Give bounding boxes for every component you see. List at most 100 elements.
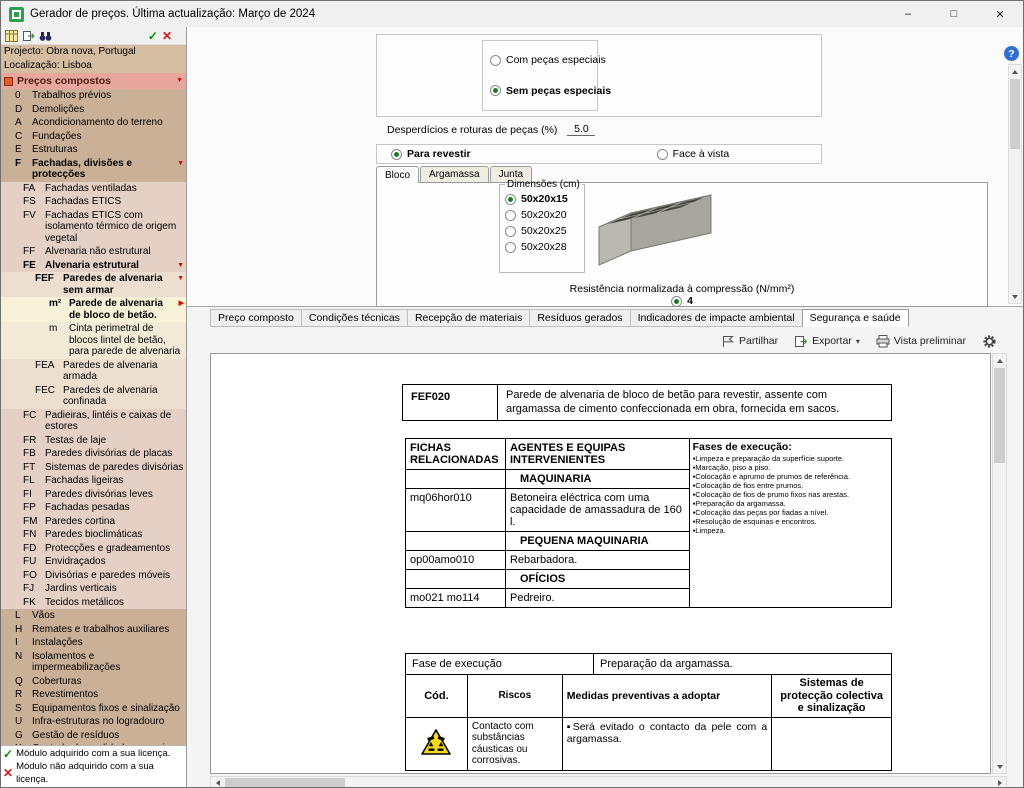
settings-button[interactable] <box>982 334 997 349</box>
minimize-button[interactable]: – <box>885 1 931 27</box>
sidebar-item-fi[interactable]: FIParedes divisórias leves <box>1 488 186 502</box>
radio-com-pecas-especiais[interactable]: Com peças especiais <box>490 54 597 66</box>
scroll-right-icon[interactable] <box>993 777 1006 788</box>
radio-label: 50x20x25 <box>521 225 567 237</box>
waste-value-field[interactable]: 5.0 <box>567 123 595 136</box>
preview-button[interactable]: Vista preliminar <box>876 335 966 348</box>
item-code: FS <box>23 196 45 208</box>
sidebar-item-n[interactable]: NIsolamentos e impermeabilizações <box>1 650 186 675</box>
sidebar-item-d[interactable]: DDemolições <box>1 103 186 117</box>
tab-condicoes-tecnicas[interactable]: Condições técnicas <box>301 309 408 327</box>
item-label: Fachadas, divisões e protecções <box>32 158 174 181</box>
sidebar-item-c[interactable]: CFundações <box>1 130 186 144</box>
tab-recepcao-de-materiais[interactable]: Recepção de materiais <box>407 309 530 327</box>
document-viewer[interactable]: FEF020 Parede de alvenaria de bloco de b… <box>210 353 991 774</box>
scroll-up-icon[interactable] <box>1009 65 1021 78</box>
radio-50x20x15[interactable]: 50x20x15 <box>505 193 584 205</box>
options-scrollbar[interactable] <box>1008 64 1022 304</box>
maximize-button[interactable]: □ <box>931 1 977 27</box>
legend-text: Módulo adquirido com a sua licença. <box>16 747 170 760</box>
scroll-up-icon[interactable] <box>993 354 1006 367</box>
sidebar-item-fu[interactable]: FUEnvidraçados <box>1 555 186 569</box>
binoculars-icon[interactable] <box>39 30 52 42</box>
scroll-down-icon[interactable] <box>993 760 1006 773</box>
sidebar-item-l[interactable]: LVãos <box>1 609 186 623</box>
gear-icon <box>982 334 997 349</box>
resistance-label: Resistência normalizada à compressão (N/… <box>376 283 988 295</box>
tab-bloco[interactable]: Bloco <box>376 166 419 183</box>
sidebar-item-m[interactable]: m²Parede de alvenaria de bloco de betão.… <box>1 297 186 322</box>
special-pieces-group <box>376 34 822 117</box>
sidebar-item-f[interactable]: FFachadas, divisões e protecções▼ <box>1 157 186 182</box>
sidebar-item-fk[interactable]: FKTecidos metálicos <box>1 596 186 610</box>
cancel-button[interactable]: ✕ <box>162 30 172 42</box>
item-label: Parede de alvenaria de bloco de betão. <box>69 298 174 321</box>
tab-indicadores-de-impacte-ambiental[interactable]: Indicadores de impacte ambiental <box>630 309 803 327</box>
sidebar-item-fd[interactable]: FDProtecções e gradeamentos <box>1 542 186 556</box>
sidebar-item-fn[interactable]: FNParedes bioclimáticas <box>1 528 186 542</box>
scrollbar-thumb[interactable] <box>1010 79 1020 149</box>
sidebar-root-precos-compostos[interactable]: Preços compostos ▼ <box>1 73 186 89</box>
close-button[interactable]: ✕ <box>977 1 1023 27</box>
phase-item: ▪Limpeza. <box>693 526 888 535</box>
scroll-down-icon[interactable] <box>1009 290 1021 303</box>
sidebar-item-h[interactable]: HRemates e trabalhos auxiliares <box>1 623 186 637</box>
share-button[interactable]: Partilhar <box>721 335 778 348</box>
sheet-icon[interactable] <box>5 30 18 42</box>
sidebar-item-u[interactable]: UInfra-estruturas no logradouro <box>1 715 186 729</box>
sidebar-item-fp[interactable]: FPFachadas pesadas <box>1 501 186 515</box>
radio-sem-pecas-especiais[interactable]: Sem peças especiais <box>490 85 597 97</box>
radio-50x20x20[interactable]: 50x20x20 <box>505 209 584 221</box>
sidebar-item-fv[interactable]: FVFachadas ETICS com isolamento térmico … <box>1 209 186 246</box>
sidebar-item-fe[interactable]: FEAlvenaria estrutural▼ <box>1 259 186 273</box>
item-label: Isolamentos e impermeabilizações <box>32 651 184 674</box>
sidebar-item-s[interactable]: SEquipamentos fixos e sinalização <box>1 702 186 716</box>
tab-seguranca-e-saude[interactable]: Segurança e saúde <box>802 309 909 327</box>
scrollbar-thumb[interactable] <box>225 778 345 788</box>
radio-50x20x25[interactable]: 50x20x25 <box>505 225 584 237</box>
item-code: FB <box>23 448 45 460</box>
sidebar-item-0[interactable]: 0Trabalhos prévios <box>1 89 186 103</box>
export-icon[interactable] <box>22 30 35 42</box>
sidebar-item-fj[interactable]: FJJardins verticais <box>1 582 186 596</box>
document-scrollbar-horizontal[interactable] <box>210 776 1007 788</box>
radio-face-a-vista[interactable]: Face à vista <box>657 148 730 160</box>
sidebar-item-fl[interactable]: FLFachadas ligeiras <box>1 474 186 488</box>
sidebar-item-fs[interactable]: FSFachadas ETICS <box>1 195 186 209</box>
scroll-left-icon[interactable] <box>211 777 224 788</box>
sidebar-item-r[interactable]: RRevestimentos <box>1 688 186 702</box>
scrollbar-thumb[interactable] <box>994 368 1005 463</box>
radio-para-revestir[interactable]: Para revestir <box>391 148 471 160</box>
sidebar-item-fm[interactable]: FMParedes cortina <box>1 515 186 529</box>
sidebar-item-g[interactable]: GGestão de resíduos <box>1 729 186 743</box>
help-icon[interactable]: ? <box>1004 46 1019 61</box>
sidebar-item-fr[interactable]: FRTestas de laje <box>1 434 186 448</box>
radio-4[interactable]: 4 <box>671 295 693 307</box>
sidebar-item-fb[interactable]: FBParedes divisórias de placas <box>1 447 186 461</box>
tab-argamassa[interactable]: Argamassa <box>420 166 489 182</box>
tab-preco-composto[interactable]: Preço composto <box>210 309 302 327</box>
sidebar-item-fef[interactable]: FEFParedes de alvenaria sem armar▼ <box>1 272 186 297</box>
sidebar-item-fo[interactable]: FODivisórias e paredes móveis <box>1 569 186 583</box>
sidebar-item-i[interactable]: IInstalações <box>1 636 186 650</box>
tab-residuos-gerados[interactable]: Resíduos gerados <box>529 309 630 327</box>
sidebar-item-ff[interactable]: FFAlvenaria não estrutural <box>1 245 186 259</box>
sidebar-item-fea[interactable]: FEAParedes de alvenaria armada <box>1 359 186 384</box>
risk-text: Contacto com substâncias cáusticas ou co… <box>467 717 562 770</box>
sidebar-item-m[interactable]: mCinta perimetral de blocos lintel de be… <box>1 322 186 359</box>
sidebar-item-a[interactable]: AAcondicionamento do terreno <box>1 116 186 130</box>
sidebar-item-fc[interactable]: FCPadieiras, lintéis e caixas de estores <box>1 409 186 434</box>
sidebar-item-fec[interactable]: FECParedes de alvenaria confinada <box>1 384 186 409</box>
item-label: Fachadas ligeiras <box>45 475 184 487</box>
document-scrollbar-vertical[interactable] <box>992 353 1007 774</box>
sidebar-item-e[interactable]: EEstruturas <box>1 143 186 157</box>
export-button[interactable]: Exportar ▾ <box>794 335 860 348</box>
sidebar-item-fa[interactable]: FAFachadas ventiladas <box>1 182 186 196</box>
location-row[interactable]: Localização: Lisboa <box>1 59 186 73</box>
item-code: 0 <box>15 90 32 102</box>
project-row[interactable]: Projecto: Obra nova, Portugal <box>1 45 186 59</box>
sidebar-item-q[interactable]: QCoberturas <box>1 675 186 689</box>
sidebar-item-ft[interactable]: FTSistemas de paredes divisórias <box>1 461 186 475</box>
radio-50x20x28[interactable]: 50x20x28 <box>505 241 584 253</box>
accept-button[interactable]: ✓ <box>148 30 158 42</box>
